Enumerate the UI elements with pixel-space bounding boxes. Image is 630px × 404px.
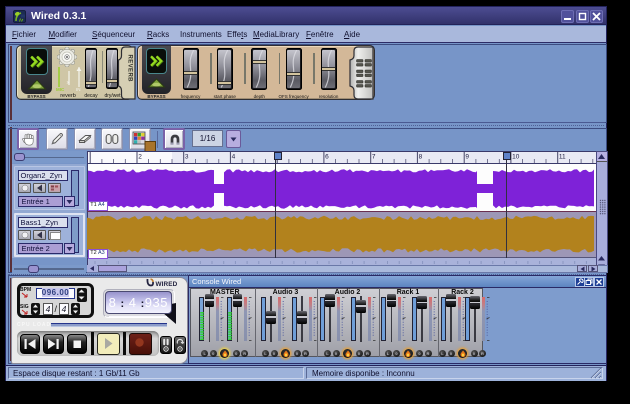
svg-text:WIRED: WIRED xyxy=(156,281,178,288)
